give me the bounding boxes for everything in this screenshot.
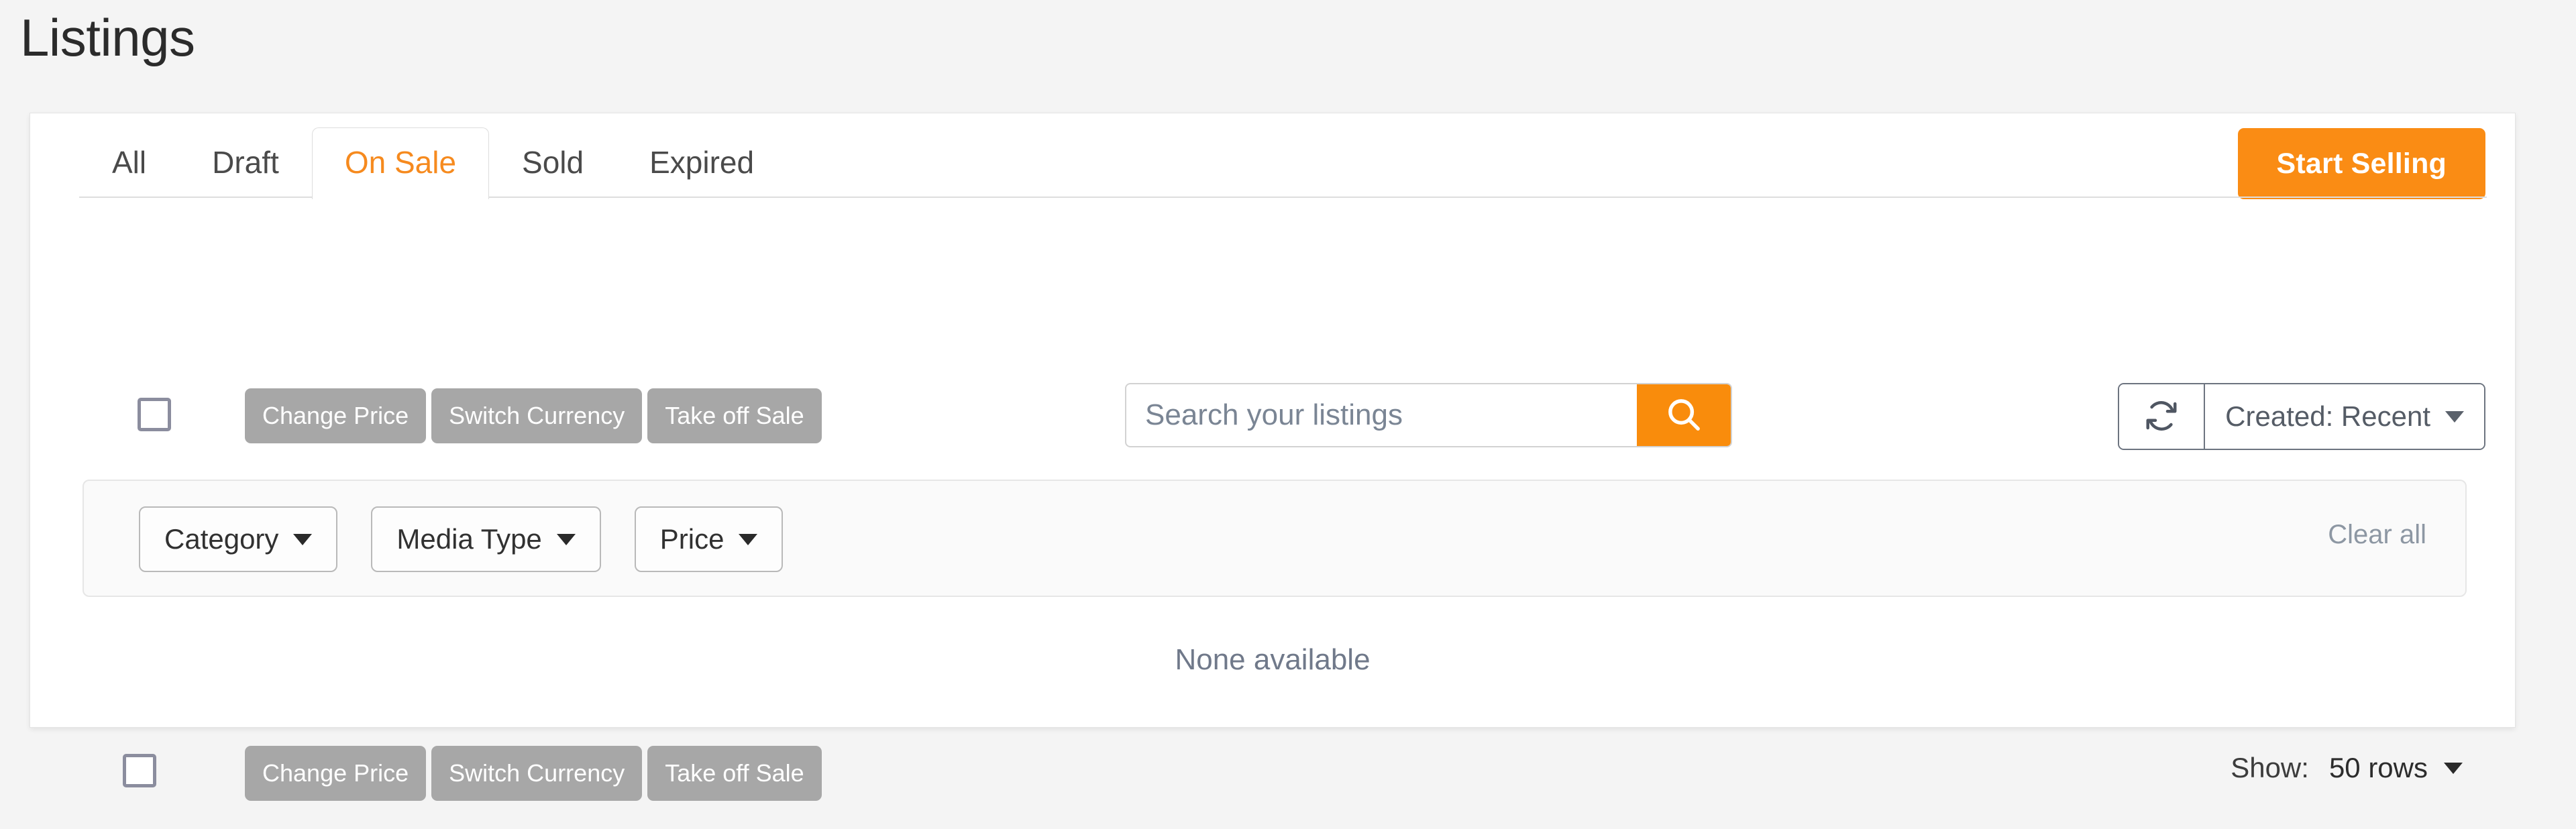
tab-all-label: All	[112, 145, 147, 180]
bulk-actions-top: Change Price Switch Currency Take off Sa…	[245, 388, 822, 443]
listings-page: Listings All Draft On Sale Sold Expired	[0, 0, 2576, 829]
filter-category[interactable]: Category	[139, 506, 338, 572]
take-off-sale-button-top[interactable]: Take off Sale	[647, 388, 822, 443]
chevron-down-icon	[739, 533, 758, 545]
filter-category-label: Category	[164, 523, 279, 555]
filter-media-type[interactable]: Media Type	[371, 506, 601, 572]
tab-sold[interactable]: Sold	[489, 146, 616, 198]
show-label: Show:	[2231, 752, 2309, 783]
rows-dropdown[interactable]: 50 rows	[2329, 752, 2463, 784]
tab-draft[interactable]: Draft	[179, 146, 312, 198]
tab-list: All Draft On Sale Sold Expired	[79, 113, 787, 199]
change-price-button-bottom[interactable]: Change Price	[245, 746, 427, 801]
tab-bar: All Draft On Sale Sold Expired Start Sel…	[30, 113, 2515, 199]
tab-expired-label: Expired	[649, 145, 755, 180]
chevron-down-icon	[556, 533, 576, 545]
rows-per-page: Show: 50 rows	[2231, 752, 2463, 784]
page-title: Listings	[20, 8, 195, 67]
switch-currency-button-bottom[interactable]: Switch Currency	[431, 746, 643, 801]
sort-controls: Created: Recent	[2118, 383, 2485, 450]
search-button[interactable]	[1637, 384, 1731, 446]
select-all-checkbox-top[interactable]	[138, 398, 171, 431]
search-input[interactable]	[1126, 384, 1637, 446]
filter-price[interactable]: Price	[634, 506, 784, 572]
select-all-checkbox-bottom[interactable]	[123, 754, 156, 787]
filter-media-type-label: Media Type	[396, 523, 542, 555]
rows-value: 50 rows	[2328, 752, 2428, 783]
filter-panel: Category Media Type Price Clear all	[83, 480, 2467, 597]
chevron-down-icon	[293, 533, 313, 545]
filter-list: Category Media Type Price	[139, 506, 784, 572]
tab-on-sale-label: On Sale	[344, 145, 457, 180]
chevron-down-icon	[2445, 410, 2464, 423]
tab-expired[interactable]: Expired	[616, 146, 787, 198]
sort-dropdown[interactable]: Created: Recent	[2205, 384, 2484, 449]
filter-price-label: Price	[659, 523, 724, 555]
bulk-actions-bottom: Change Price Switch Currency Take off Sa…	[245, 746, 822, 801]
search-icon	[1663, 394, 1705, 437]
chevron-down-icon	[2444, 762, 2463, 774]
refresh-icon	[2143, 398, 2180, 436]
start-selling-button[interactable]: Start Selling	[2237, 128, 2485, 199]
tab-sold-label: Sold	[522, 145, 584, 180]
switch-currency-button-top[interactable]: Switch Currency	[431, 388, 643, 443]
tab-all[interactable]: All	[79, 146, 179, 198]
take-off-sale-button-bottom[interactable]: Take off Sale	[647, 746, 822, 801]
tab-on-sale[interactable]: On Sale	[311, 127, 490, 199]
sort-label: Created: Recent	[2225, 400, 2430, 432]
change-price-button-top[interactable]: Change Price	[245, 388, 427, 443]
search-box	[1125, 383, 1732, 447]
tab-draft-label: Draft	[212, 145, 279, 180]
clear-all-link[interactable]: Clear all	[2328, 520, 2426, 550]
listings-card: All Draft On Sale Sold Expired Start Sel…	[30, 113, 2516, 801]
refresh-button[interactable]	[2119, 384, 2206, 449]
empty-state-message: None available	[1175, 643, 1371, 676]
